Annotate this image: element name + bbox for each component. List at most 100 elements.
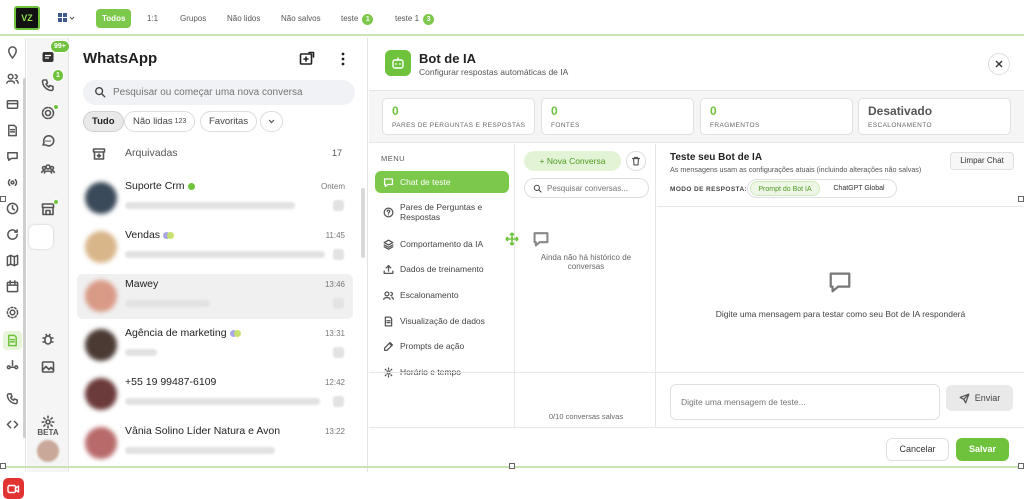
chip-more-dropdown[interactable] <box>260 111 283 132</box>
resize-handle[interactable] <box>0 463 6 469</box>
avatar <box>85 329 117 361</box>
status-nav-button[interactable] <box>39 104 59 122</box>
chat-list-scrollbar[interactable] <box>361 188 365 258</box>
chip-nao-lidas[interactable]: Não lidas 123 <box>124 111 196 132</box>
menu-item-chat-de-teste[interactable]: Chat de teste <box>375 171 509 193</box>
flow-icon[interactable] <box>6 358 19 371</box>
avatar <box>85 280 117 312</box>
rail-active-item[interactable] <box>3 331 22 350</box>
chat-row[interactable]: Vendas 11:45 <box>77 225 353 270</box>
video-call-button[interactable] <box>3 478 24 499</box>
broadcast-icon[interactable] <box>6 176 19 189</box>
profile-avatar[interactable] <box>37 440 59 462</box>
chat-preview <box>125 202 295 209</box>
menu-item-prompts[interactable]: Prompts de ação <box>375 335 509 357</box>
mode-option-prompt-bot[interactable]: Prompt do Bot IA <box>750 181 820 196</box>
chat-search-input[interactable] <box>113 82 348 103</box>
calls-nav-button[interactable]: 1 <box>39 69 64 94</box>
resize-handle[interactable] <box>0 196 6 202</box>
mode-option-chatgpt[interactable]: ChatGPT Global <box>824 181 894 196</box>
phone-icon[interactable] <box>6 392 19 405</box>
channels-nav-button[interactable] <box>39 132 57 150</box>
menu-item-dados-treinamento[interactable]: Dados de treinamento <box>375 258 509 280</box>
cancel-button[interactable]: Cancelar <box>886 438 949 461</box>
filter-tab-1-1[interactable]: 1:1 <box>141 9 164 28</box>
test-subtitle: As mensagens usam as configurações atuai… <box>670 165 922 174</box>
stat-label: FONTES <box>551 122 580 129</box>
filter-tab-grupos[interactable]: Grupos <box>174 9 212 28</box>
whatsapp-nav-rail: 99+ 1 BETA <box>27 38 70 472</box>
stat-card-fontes: 0 FONTES <box>541 98 694 135</box>
filter-tab-nao-lidos[interactable]: Não lidos <box>221 9 266 28</box>
card-icon[interactable] <box>6 98 19 111</box>
message-icon[interactable] <box>6 150 19 163</box>
chat-search-box[interactable] <box>83 80 355 105</box>
filter-tab-nao-salvos[interactable]: Não salvos <box>275 9 327 28</box>
rail-scrollbar[interactable] <box>23 78 26 438</box>
send-button[interactable]: Enviar <box>946 385 1013 411</box>
new-conversation-button[interactable]: + Nova Conversa <box>524 151 621 171</box>
test-message-input[interactable] <box>670 384 940 420</box>
chat-time: 12:42 <box>324 378 345 387</box>
menu-item-pares[interactable]: Pares de Perguntas e Respostas <box>375 197 509 227</box>
chats-nav-button[interactable]: 99+ <box>39 40 70 66</box>
more-options-icon[interactable] <box>336 51 350 67</box>
refresh-icon[interactable] <box>6 228 19 241</box>
store-dot <box>53 199 59 205</box>
ai-nav-button[interactable] <box>39 330 57 348</box>
close-button[interactable] <box>988 53 1010 75</box>
floating-widget[interactable] <box>29 225 53 249</box>
chat-name-text: Agência de marketing <box>125 327 227 339</box>
stat-value: Desativado <box>868 104 933 118</box>
avatar <box>85 378 117 410</box>
settings-dot-icon[interactable] <box>6 306 19 319</box>
menu-item-visualizacao[interactable]: Visualização de dados <box>375 310 509 332</box>
map-icon[interactable] <box>6 254 19 267</box>
resize-handle[interactable] <box>1018 463 1024 469</box>
conversation-search-box[interactable] <box>524 178 649 198</box>
apps-grid-button[interactable] <box>55 9 77 27</box>
filter-tab-todos[interactable]: Todos <box>96 9 132 28</box>
clock-icon[interactable] <box>6 202 19 215</box>
settings-nav-button[interactable] <box>39 413 57 431</box>
document-icon <box>384 316 393 326</box>
archived-row[interactable]: Arquivadas 17 <box>70 142 368 166</box>
menu-item-escalonamento[interactable]: Escalonamento <box>375 284 509 306</box>
left-rail <box>0 38 26 499</box>
chat-badge <box>333 249 344 260</box>
chat-row[interactable]: +55 19 99487-6109 12:42 <box>77 372 353 417</box>
chat-row[interactable]: Suporte Crm Ontem <box>77 176 353 221</box>
conversation-search-input[interactable] <box>547 181 645 196</box>
chat-row-selected[interactable]: Mawey 13:46 <box>77 274 353 319</box>
store-nav-button[interactable] <box>39 199 59 218</box>
delete-conversation-button[interactable] <box>626 151 646 171</box>
menu-item-comportamento[interactable]: Comportamento da IA <box>375 233 509 255</box>
chat-row[interactable]: Agência de marketing 13:31 <box>77 323 353 368</box>
resize-handle[interactable] <box>1018 196 1024 202</box>
document-icon[interactable] <box>6 124 19 137</box>
avatar <box>85 231 117 263</box>
filter-tab-teste[interactable]: teste 1 <box>335 9 379 28</box>
panel-subtitle: Configurar respostas automáticas de IA <box>419 67 569 77</box>
location-icon[interactable] <box>6 46 19 59</box>
resize-handle[interactable] <box>509 463 515 469</box>
media-nav-button[interactable] <box>39 358 57 376</box>
chip-favoritas[interactable]: Favoritas <box>200 111 258 132</box>
code-icon[interactable] <box>6 418 19 431</box>
status-dot <box>53 104 59 110</box>
new-chat-icon[interactable] <box>299 51 315 67</box>
chat-row[interactable]: Vânia Solino Líder Natura e Avon 13:22 <box>77 421 353 466</box>
label-dot <box>233 329 241 337</box>
clear-chat-button[interactable]: Limpar Chat <box>950 152 1014 170</box>
chat-preview <box>125 398 320 405</box>
chip-tudo[interactable]: Tudo <box>83 111 124 132</box>
stats-bar: 0 PARES DE PERGUNTAS E RESPOSTAS 0 FONTE… <box>369 90 1024 143</box>
chevron-down-icon <box>268 119 275 124</box>
communities-nav-button[interactable] <box>39 160 57 178</box>
chat-name-text: Suporte Crm <box>125 180 185 192</box>
filter-tab-teste-1[interactable]: teste 13 <box>389 9 440 28</box>
save-button[interactable]: Salvar <box>956 438 1009 461</box>
stat-card-escalonamento: Desativado ESCALONAMENTO <box>858 98 1011 135</box>
calendar-icon[interactable] <box>6 280 19 293</box>
users-icon[interactable] <box>6 72 19 85</box>
